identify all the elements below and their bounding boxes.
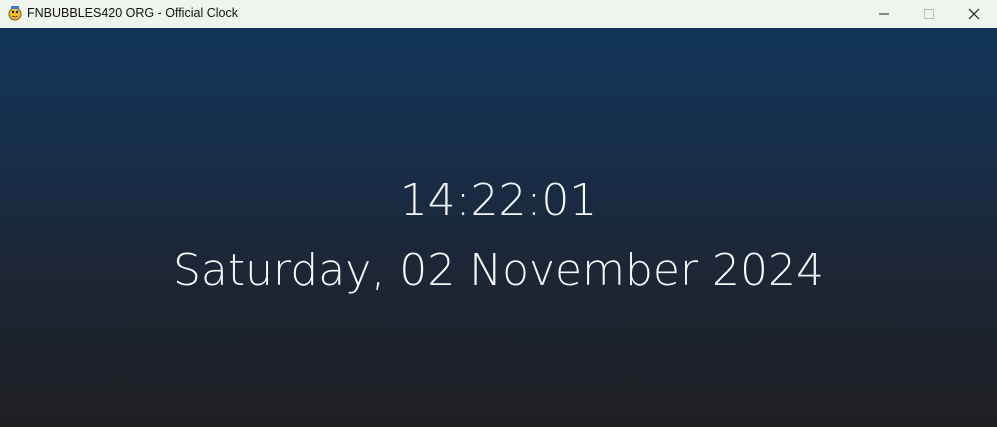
maximize-icon (923, 5, 935, 24)
maximize-button[interactable] (906, 0, 952, 28)
clock-window: FNBUBBLES420 ORG - Official Clock 14:22:… (0, 0, 997, 427)
current-time: 14:22:01 (399, 175, 598, 226)
title-bar[interactable]: FNBUBBLES420 ORG - Official Clock (0, 0, 997, 28)
window-title: FNBUBBLES420 ORG - Official Clock (27, 6, 238, 20)
close-button[interactable] (951, 0, 997, 28)
clock-display-area: 14:22:01 Saturday, 02 November 2024 (0, 28, 997, 427)
minimize-button[interactable] (861, 0, 907, 28)
minimize-icon (878, 5, 890, 24)
current-date: Saturday, 02 November 2024 (172, 245, 825, 296)
close-icon (968, 5, 980, 24)
app-icon (7, 5, 23, 21)
